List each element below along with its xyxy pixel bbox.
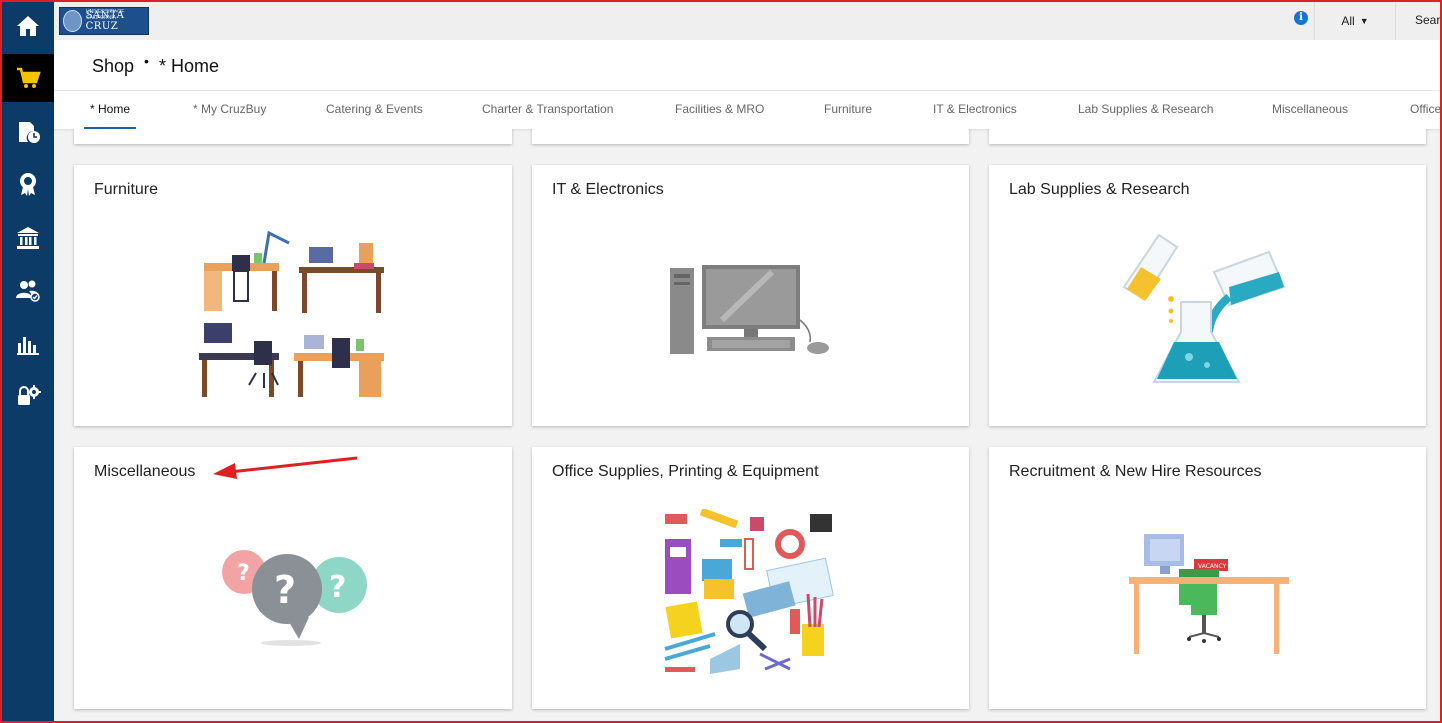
office-supplies-illustration — [664, 509, 834, 674]
breadcrumb-shop[interactable]: Shop — [92, 56, 134, 76]
document-clock-icon — [19, 122, 40, 143]
vacancy-desk-illustration: VACANCY — [1129, 534, 1289, 654]
category-card-it-electronics[interactable]: IT & Electronics — [532, 165, 969, 426]
category-card-partial[interactable] — [532, 129, 969, 144]
category-card-lab-supplies[interactable]: Lab Supplies & Research — [989, 165, 1426, 426]
question-bubbles-illustration: ? ? ? — [222, 550, 367, 646]
bank-icon — [17, 227, 39, 249]
logo-small-text: UNIVERSITY OF CALIFORNIA — [86, 9, 125, 21]
svg-text:?: ? — [329, 570, 346, 605]
tab-catering-events[interactable]: Catering & Events — [326, 91, 423, 127]
card-title: IT & Electronics — [552, 181, 664, 198]
sidebar-item-documents[interactable] — [2, 108, 54, 156]
computer-illustration — [670, 265, 829, 354]
sidebar-item-admin[interactable] — [2, 372, 54, 420]
svg-text:?: ? — [237, 561, 250, 586]
card-title: Office Supplies, Printing & Equipment — [552, 463, 819, 480]
sidebar-item-home[interactable] — [2, 2, 54, 50]
search-scope-value: All — [1341, 14, 1355, 28]
tab-lab-supplies[interactable]: Lab Supplies & Research — [1078, 91, 1213, 127]
breadcrumb-separator: • — [144, 53, 149, 69]
sidebar-item-users[interactable] — [2, 266, 54, 314]
left-sidebar — [2, 2, 54, 721]
ucsc-seal-icon — [63, 10, 82, 32]
caret-down-icon: ▼ — [1359, 16, 1369, 26]
annotation-arrow — [213, 456, 358, 479]
sidebar-item-reports[interactable] — [2, 320, 54, 368]
category-card-office-supplies[interactable]: Office Supplies, Printing & Equipment — [532, 447, 969, 709]
tab-it-electronics[interactable]: IT & Electronics — [933, 91, 1017, 127]
search-scope-dropdown[interactable]: All ▼ — [1314, 2, 1396, 40]
card-title: Lab Supplies & Research — [1009, 181, 1190, 198]
ucsc-logo[interactable]: UNIVERSITY OF CALIFORNIA SANTA CRUZ — [59, 7, 149, 35]
category-card-partial[interactable] — [74, 129, 512, 144]
sidebar-item-shop[interactable] — [2, 54, 54, 102]
tab-office[interactable]: Office — [1410, 91, 1441, 127]
card-title: Recruitment & New Hire Resources — [1009, 463, 1262, 480]
breadcrumb: Shop • * Home — [92, 53, 219, 77]
tab-home[interactable]: * Home — [84, 91, 137, 129]
tab-facilities-mro[interactable]: Facilities & MRO — [675, 91, 764, 127]
shopping-cart-icon — [17, 67, 41, 88]
vacancy-sign-text: VACANCY — [1198, 563, 1227, 570]
category-tabs: * Home * My CruzBuy Catering & Events Ch… — [54, 90, 1441, 129]
lock-gear-icon — [18, 385, 41, 405]
category-card-miscellaneous[interactable]: Miscellaneous ? ? ? — [74, 447, 512, 709]
category-card-partial[interactable] — [989, 129, 1426, 144]
category-grid: Furniture IT & Electronics Lab Supplies … — [54, 129, 1440, 721]
chemistry-flask-illustration — [1122, 233, 1286, 383]
card-title: Miscellaneous — [94, 463, 196, 480]
tab-charter-transportation[interactable]: Charter & Transportation — [482, 91, 613, 127]
search-input[interactable]: Sear — [1415, 13, 1440, 27]
home-icon — [17, 16, 39, 36]
bar-chart-icon — [17, 337, 39, 355]
top-bar: UNIVERSITY OF CALIFORNIA SANTA CRUZ i Al… — [54, 2, 1440, 41]
category-card-furniture[interactable]: Furniture — [74, 165, 512, 426]
tab-furniture[interactable]: Furniture — [824, 91, 872, 127]
users-check-icon — [16, 280, 40, 302]
sidebar-item-awards[interactable] — [2, 160, 54, 208]
info-icon[interactable]: i — [1294, 11, 1308, 25]
page-header: Shop • * Home — [54, 40, 1440, 90]
award-ribbon-icon — [20, 173, 36, 196]
desks-illustration — [199, 230, 384, 397]
card-title: Furniture — [94, 181, 159, 198]
tab-miscellaneous[interactable]: Miscellaneous — [1272, 91, 1348, 127]
breadcrumb-current: * Home — [158, 56, 219, 76]
svg-text:?: ? — [274, 568, 296, 612]
tab-my-cruzbuy[interactable]: * My CruzBuy — [193, 91, 266, 127]
sidebar-item-bank[interactable] — [2, 214, 54, 262]
category-card-recruitment[interactable]: Recruitment & New Hire Resources VACANCY — [989, 447, 1426, 709]
